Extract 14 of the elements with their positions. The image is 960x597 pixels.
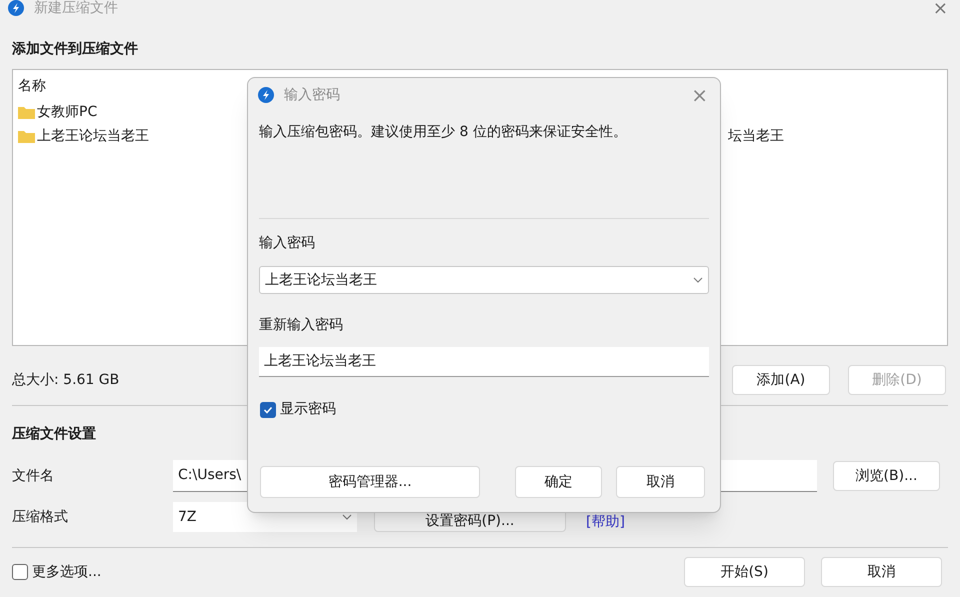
section-heading: 压缩文件设置 <box>10 425 97 444</box>
table-cell-text: 坛当老王 <box>728 126 784 146</box>
field-label: 输入密码 <box>258 234 316 253</box>
dialog-title: 输入密码 <box>284 86 340 104</box>
window-title: 新建压缩文件 <box>34 0 118 18</box>
column-header: 名称 <box>18 77 46 96</box>
section-heading: 添加文件到压缩文件 <box>11 40 139 59</box>
total-size: 总大小: 5.61 GB <box>12 370 120 390</box>
field-label: 重新输入密码 <box>258 316 344 335</box>
checkbox-label: 更多选项... <box>32 562 102 582</box>
dialog-message: 输入压缩包密码。建议使用至少 8 位的密码来保证安全性。 <box>258 123 628 142</box>
field-label: 文件名 <box>12 466 55 486</box>
checkbox-label: 显示密码 <box>280 400 336 419</box>
field-label: 压缩格式 <box>12 508 69 526</box>
